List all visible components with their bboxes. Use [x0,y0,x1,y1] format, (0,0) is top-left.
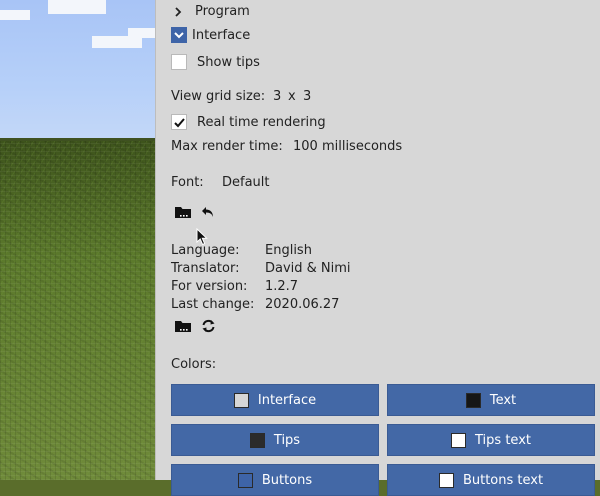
color-swatch [237,472,253,488]
max-render-time-value[interactable]: 100 milliseconds [293,139,402,154]
color-button-tips-text[interactable]: Tips text [387,424,595,456]
color-button-text[interactable]: Text [387,384,595,416]
translator-value: David & Nimi [265,261,351,276]
section-program[interactable]: Program [171,4,250,19]
folder-icon[interactable] [173,204,193,220]
language-value: English [265,243,312,258]
color-button-label: Buttons text [462,472,544,488]
color-button-tips[interactable]: Tips [171,424,379,456]
grid-size-label: View grid size: [171,89,266,104]
color-swatch [438,472,454,488]
section-interface[interactable]: Interface [171,27,250,43]
last-change-label: Last change: [171,297,255,312]
grid-size-x-value[interactable]: 3 [273,89,281,104]
chevron-down-icon[interactable] [171,27,187,43]
realtime-rendering-label: Real time rendering [197,114,326,130]
undo-icon[interactable] [198,204,218,220]
color-swatch [249,432,265,448]
realtime-rendering-toggle[interactable]: Real time rendering [171,114,326,130]
grid-size-y-value[interactable]: 3 [303,89,311,104]
show-tips-checkbox[interactable] [171,54,187,70]
translator-label: Translator: [171,261,240,276]
grass-ground [0,141,155,480]
color-button-label: Interface [257,392,317,408]
font-label: Font: [171,175,204,190]
chevron-right-icon[interactable] [171,5,185,19]
viewport-3d[interactable] [0,0,155,480]
last-change-value: 2020.06.27 [265,297,340,312]
show-tips-toggle[interactable]: Show tips [171,54,260,70]
color-swatch [465,392,481,408]
show-tips-label: Show tips [197,54,260,70]
folder-icon[interactable] [173,318,193,334]
cloud [48,0,106,14]
for-version-value: 1.2.7 [265,279,299,294]
section-interface-label: Interface [192,27,251,43]
color-button-interface[interactable]: Interface [171,384,379,416]
color-button-label: Buttons [261,472,313,488]
color-button-label: Text [489,392,517,408]
color-swatch [451,432,467,448]
colors-label: Colors: [171,357,217,372]
color-button-label: Tips [273,432,301,448]
cloud [0,10,30,20]
sky [0,0,155,143]
realtime-rendering-checkbox[interactable] [171,114,187,130]
color-swatch [233,392,249,408]
grid-size-separator: x [288,89,296,104]
cloud [128,28,155,38]
section-program-label: Program [195,4,250,19]
color-button-buttons-text[interactable]: Buttons text [387,464,595,496]
for-version-label: For version: [171,279,248,294]
color-button-buttons[interactable]: Buttons [171,464,379,496]
max-render-time-label: Max render time: [171,139,283,154]
color-button-label: Tips text [475,432,531,448]
refresh-icon[interactable] [198,318,218,334]
font-value[interactable]: Default [222,175,270,190]
settings-panel: Program Interface Show tips View grid si… [155,0,600,496]
mouse-cursor-icon [196,227,208,250]
